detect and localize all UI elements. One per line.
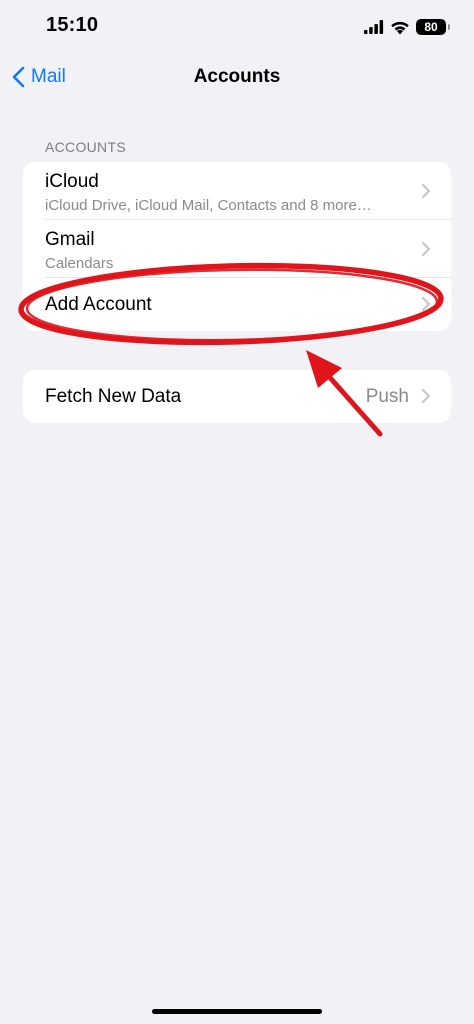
- add-account-label: Add Account: [45, 294, 152, 315]
- account-title: Gmail: [45, 229, 95, 250]
- account-row-icloud[interactable]: iCloud iCloud Drive, iCloud Mail, Contac…: [23, 162, 451, 219]
- account-row-gmail[interactable]: Gmail Calendars: [23, 220, 451, 277]
- chevron-right-icon: [422, 242, 430, 256]
- accounts-list: iCloud iCloud Drive, iCloud Mail, Contac…: [23, 162, 451, 331]
- fetch-new-data-value: Push: [365, 386, 409, 407]
- battery-icon: 80: [416, 19, 450, 35]
- account-subtitle: Calendars: [45, 255, 114, 272]
- account-subtitle: iCloud Drive, iCloud Mail, Contacts and …: [45, 197, 372, 214]
- section-header-accounts: ACCOUNTS: [45, 139, 126, 155]
- battery-cap: [448, 24, 450, 30]
- wifi-icon: [391, 21, 409, 34]
- status-icons: 80: [364, 17, 450, 37]
- home-indicator: [152, 1009, 322, 1014]
- chevron-right-icon: [422, 389, 430, 403]
- fetch-new-data-row[interactable]: Fetch New Data Push: [23, 370, 451, 423]
- cellular-signal-icon: [364, 20, 384, 34]
- page-title: Accounts: [193, 66, 281, 87]
- account-title: iCloud: [45, 171, 99, 192]
- chevron-right-icon: [422, 297, 430, 311]
- add-account-row[interactable]: Add Account: [23, 278, 451, 331]
- navigation-bar: Mail Accounts: [0, 54, 474, 100]
- status-bar: 15:10 80: [0, 0, 474, 54]
- fetch-new-data-label: Fetch New Data: [45, 386, 182, 407]
- chevron-right-icon: [422, 184, 430, 198]
- status-time: 15:10: [46, 14, 99, 36]
- battery-level: 80: [424, 20, 438, 34]
